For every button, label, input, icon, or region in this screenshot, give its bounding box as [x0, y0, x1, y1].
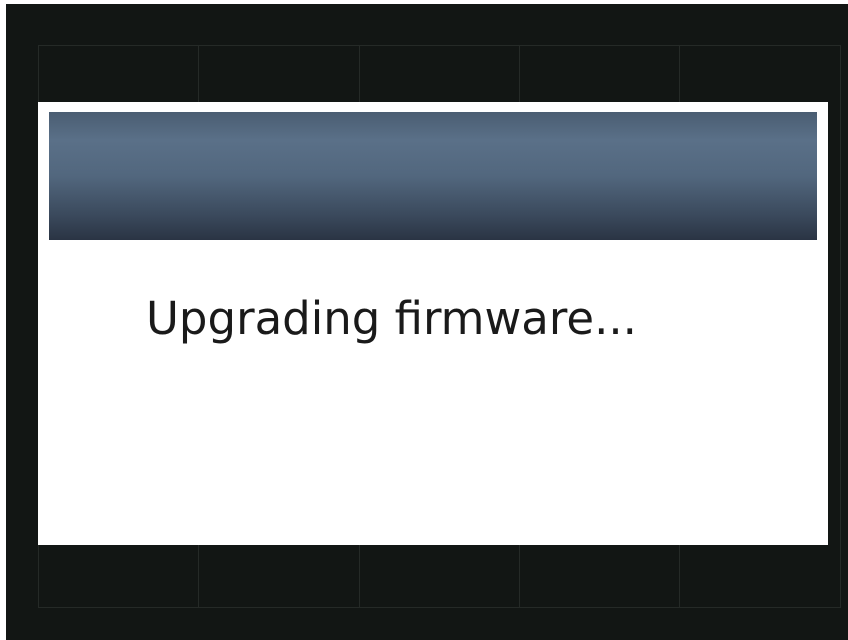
firmware-upgrade-dialog: Upgrading firmware... [38, 102, 828, 545]
dialog-header [49, 112, 817, 240]
screen: Upgrading firmware... [0, 0, 848, 640]
status-message: Upgrading firmware... [146, 292, 637, 345]
